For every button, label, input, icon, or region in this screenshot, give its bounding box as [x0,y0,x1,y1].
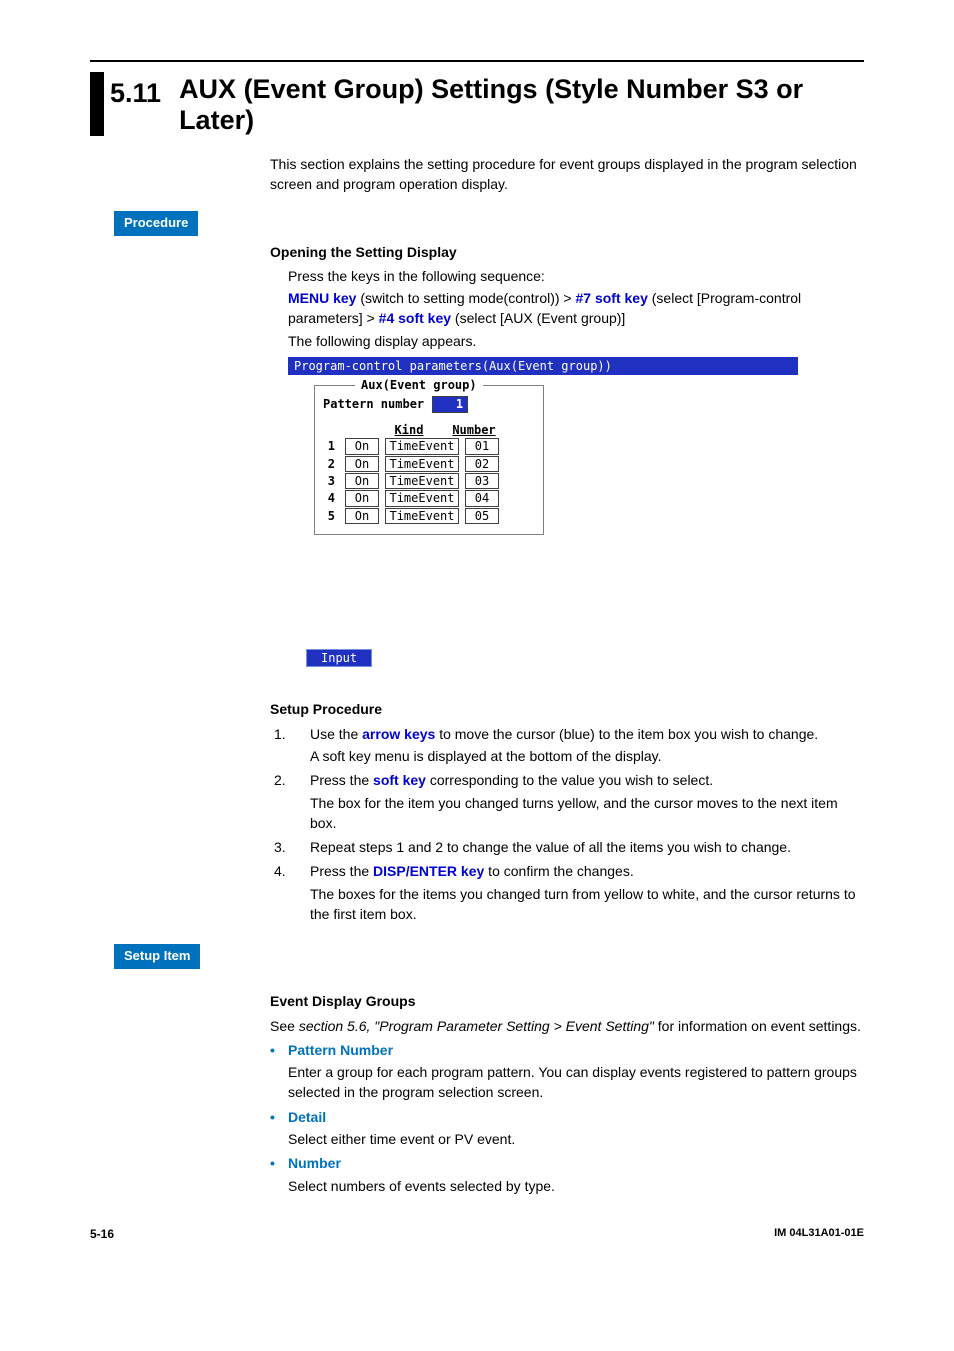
event-row: 4 On TimeEvent 04 [323,490,535,506]
row-kind[interactable]: TimeEvent [385,473,459,489]
bullet-dot-icon: • [270,1153,288,1173]
row-index: 4 [323,491,339,505]
step-text: Use the arrow keys to move the cursor (b… [310,724,864,767]
setting-display-screenshot: Program-control parameters(Aux(Event gro… [288,357,798,675]
step-number: 3. [274,837,310,857]
bullet-title: Detail [288,1107,326,1127]
page-number: 5-16 [90,1226,114,1243]
step-text: Press the DISP/ENTER key to confirm the … [310,861,864,924]
setup-procedure-list: 1.Use the arrow keys to move the cursor … [274,724,864,925]
section-header: 5.11 AUX (Event Group) Settings (Style N… [90,72,864,136]
pattern-number-value[interactable]: 1 [432,396,468,412]
step-number: 1. [274,724,310,767]
row-onoff[interactable]: On [345,456,379,472]
see-post: for information on event settings. [654,1018,861,1034]
row-number[interactable]: 03 [465,473,499,489]
header-bar [90,72,104,136]
soft4-term: #4 soft key [379,310,451,326]
aux-group-title: Aux(Event group) [355,378,483,392]
event-row: 3 On TimeEvent 03 [323,473,535,489]
seq-t3: (select [AUX (Event group)] [451,310,625,326]
bullet-item: •Pattern Number [270,1040,864,1060]
doc-id: IM 04L31A01-01E [774,1226,864,1243]
row-index: 2 [323,457,339,471]
pattern-number-label: Pattern number [323,397,424,411]
intro-paragraph: This section explains the setting proced… [270,154,864,195]
row-kind[interactable]: TimeEvent [385,438,459,454]
row-onoff[interactable]: On [345,490,379,506]
row-kind[interactable]: TimeEvent [385,490,459,506]
procedure-step: 3.Repeat steps 1 and 2 to change the val… [274,837,864,857]
step-number: 2. [274,770,310,833]
page-footer: 5-16 IM 04L31A01-01E [0,1226,954,1243]
key-sequence: MENU key (switch to setting mode(control… [288,288,864,329]
step-text: Repeat steps 1 and 2 to change the value… [310,837,864,857]
seq-t1: (switch to setting mode(control)) > [356,290,575,306]
key-term: DISP/ENTER key [373,863,484,879]
bullet-desc: Select either time event or PV event. [288,1129,864,1149]
softkey-input[interactable]: Input [306,649,372,667]
event-group-items: •Pattern NumberEnter a group for each pr… [270,1040,864,1196]
event-row: 5 On TimeEvent 05 [323,508,535,524]
procedure-tag: Procedure [114,211,198,236]
event-row: 1 On TimeEvent 01 [323,438,535,454]
section-number: 5.11 [110,72,179,136]
row-number[interactable]: 05 [465,508,499,524]
see-italic: section 5.6, "Program Parameter Setting … [299,1018,654,1034]
row-index: 1 [323,439,339,453]
section-title: AUX (Event Group) Settings (Style Number… [179,72,864,136]
bullet-desc: Enter a group for each program pattern. … [288,1062,864,1103]
opening-heading: Opening the Setting Display [270,242,864,262]
row-index: 3 [323,474,339,488]
step-text: Press the soft key corresponding to the … [310,770,864,833]
aux-group-panel: Aux(Event group) Pattern number 1 Kind N… [314,385,544,535]
setup-item-tag: Setup Item [114,944,200,969]
key-term: arrow keys [362,726,435,742]
bullet-dot-icon: • [270,1107,288,1127]
procedure-step: 2.Press the soft key corresponding to th… [274,770,864,833]
event-groups-see: See section 5.6, "Program Parameter Sett… [270,1016,864,1036]
row-kind[interactable]: TimeEvent [385,456,459,472]
row-number[interactable]: 04 [465,490,499,506]
row-number[interactable]: 02 [465,456,499,472]
soft7-term: #7 soft key [576,290,648,306]
following-text: The following display appears. [288,331,864,351]
bullet-title: Pattern Number [288,1040,393,1060]
procedure-step: 4.Press the DISP/ENTER key to confirm th… [274,861,864,924]
setup-procedure-heading: Setup Procedure [270,699,864,719]
col-number: Number [449,423,499,437]
press-text: Press the keys in the following sequence… [288,266,864,286]
col-kind: Kind [369,423,449,437]
bullet-item: •Number [270,1153,864,1173]
see-pre: See [270,1018,299,1034]
procedure-step: 1.Use the arrow keys to move the cursor … [274,724,864,767]
step-number: 4. [274,861,310,924]
row-number[interactable]: 01 [465,438,499,454]
key-term: soft key [373,772,426,788]
event-groups-heading: Event Display Groups [270,991,864,1011]
bullet-desc: Select numbers of events selected by typ… [288,1176,864,1196]
screen-titlebar: Program-control parameters(Aux(Event gro… [288,357,798,375]
row-onoff[interactable]: On [345,438,379,454]
row-onoff[interactable]: On [345,508,379,524]
row-index: 5 [323,509,339,523]
top-rule [90,60,864,62]
bullet-title: Number [288,1153,341,1173]
row-onoff[interactable]: On [345,473,379,489]
row-kind[interactable]: TimeEvent [385,508,459,524]
event-row: 2 On TimeEvent 02 [323,456,535,472]
bullet-dot-icon: • [270,1040,288,1060]
menu-key-term: MENU key [288,290,356,306]
bullet-item: •Detail [270,1107,864,1127]
